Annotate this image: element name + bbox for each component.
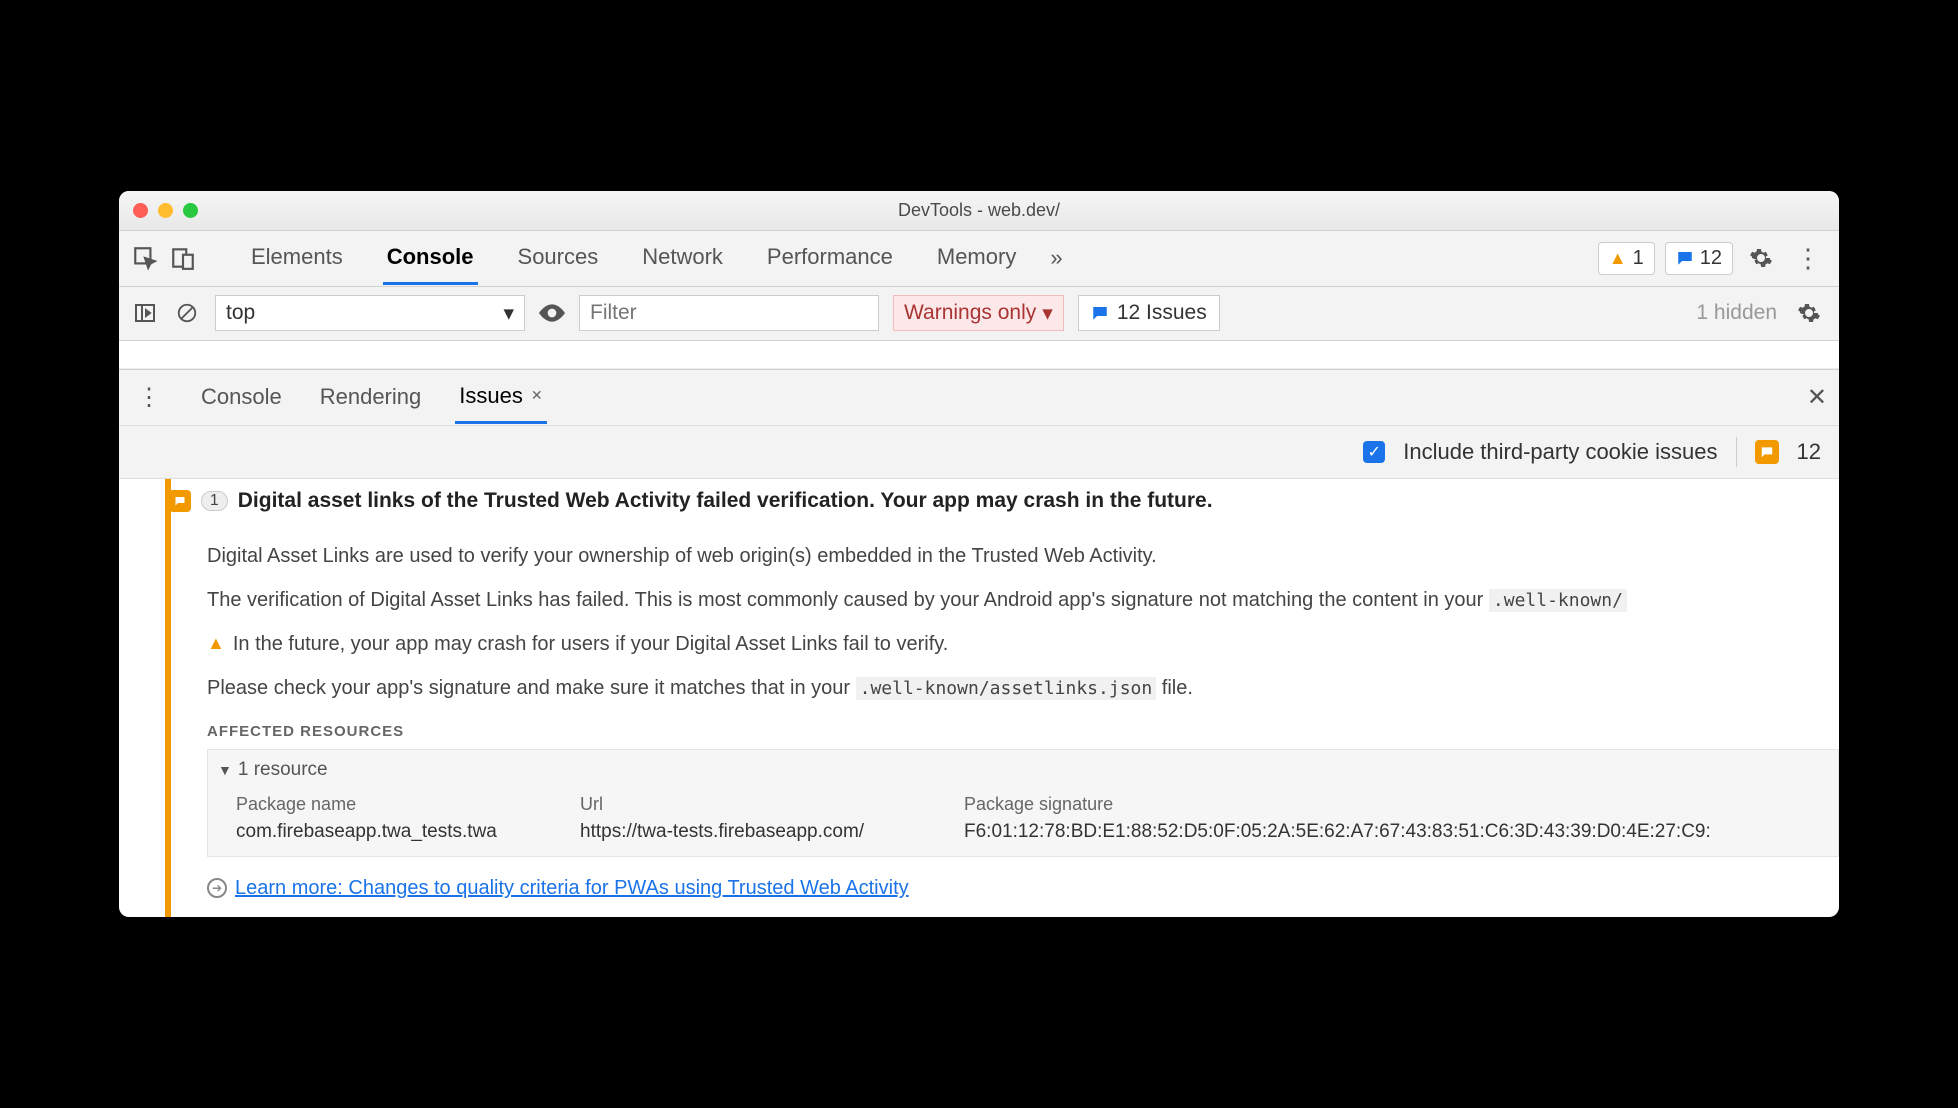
col-package-name: Package name [236,791,556,818]
drawer-tabs: ⋮ Console Rendering Issues ✕ ✕ [119,369,1839,425]
chevron-down-icon: ▾ [1042,301,1053,326]
console-output-area[interactable] [119,341,1839,369]
main-toolbar: Elements Console Sources Network Perform… [119,231,1839,287]
issue-warning-line: ▲ In the future, your app may crash for … [207,629,1839,659]
execution-context-select[interactable]: top ▾ [215,295,525,331]
external-link-icon: ➔ [207,878,227,898]
console-sidebar-toggle-icon[interactable] [131,301,159,325]
issue-paragraph: Digital Asset Links are used to verify y… [207,541,1839,571]
table-header-row: Package name Url Package signature [236,791,1838,818]
context-value: top [226,301,255,325]
issues-btn-label: 12 Issues [1117,301,1207,325]
issue-paragraph: The verification of Digital Asset Links … [207,585,1839,615]
tab-performance[interactable]: Performance [763,232,897,285]
third-party-checkbox[interactable]: ✓ [1363,441,1385,463]
issue-item: ▼ 1 Digital asset links of the Trusted W… [119,479,1839,918]
console-settings-gear-icon[interactable] [1791,301,1827,325]
disclosure-triangle-icon[interactable]: ▼ [218,760,232,781]
settings-gear-icon[interactable] [1743,246,1779,270]
issue-total-count: 12 [1797,439,1821,465]
panel-tabs: Elements Console Sources Network Perform… [247,232,1020,285]
close-drawer-icon[interactable]: ✕ [1807,383,1827,412]
drawer-tab-issues[interactable]: Issues ✕ [455,371,546,424]
learn-more-row: ➔ Learn more: Changes to quality criteri… [207,873,1839,903]
kebab-menu-icon[interactable]: ⋮ [1789,243,1827,274]
issue-title: Digital asset links of the Trusted Web A… [238,489,1213,513]
live-expression-icon[interactable] [539,303,565,323]
learn-more-link[interactable]: Learn more: Changes to quality criteria … [235,873,909,903]
console-filter-bar: top ▾ Warnings only ▾ 12 Issues 1 hidden [119,287,1839,341]
resource-count-row[interactable]: ▼ 1 resource [218,756,1838,785]
issue-paragraph: Please check your app's signature and ma… [207,673,1839,703]
warnings-count: 1 [1633,247,1644,270]
issues-count: 12 [1700,247,1722,270]
titlebar: DevTools - web.dev/ [119,191,1839,231]
toolbar-right: ▲ 1 12 ⋮ [1598,242,1827,275]
code-path: .well-known/assetlinks.json [856,677,1157,700]
affected-resources-block: ▼ 1 resource Package name Url Package si… [207,749,1839,857]
warning-triangle-icon: ▲ [1609,248,1627,269]
tab-sources[interactable]: Sources [514,232,603,285]
cell-signature: F6:01:12:78:BD:E1:88:52:D5:0F:05:2A:5E:6… [964,818,1838,847]
drawer-tab-rendering[interactable]: Rendering [316,372,426,422]
code-path: .well-known/ [1489,589,1627,612]
window-title: DevTools - web.dev/ [119,200,1839,221]
clear-console-icon[interactable] [173,302,201,324]
issues-toolbar: ✓ Include third-party cookie issues 12 [119,425,1839,479]
tab-elements[interactable]: Elements [247,232,347,285]
cell-url[interactable]: https://twa-tests.firebaseapp.com/ [580,818,940,847]
issue-occurrence-count: 1 [201,491,228,511]
close-tab-icon[interactable]: ✕ [531,387,543,404]
inspect-element-icon[interactable] [131,244,159,272]
filter-input[interactable] [579,295,879,331]
affected-resources-header: AFFECTED RESOURCES [207,721,1839,744]
chevron-down-icon: ▾ [503,301,514,326]
issue-severity-icon [171,490,191,512]
issue-body: Digital Asset Links are used to verify y… [185,517,1839,904]
col-url: Url [580,791,940,818]
tab-network[interactable]: Network [638,232,727,285]
third-party-label: Include third-party cookie issues [1403,439,1717,465]
device-toolbar-icon[interactable] [169,244,197,272]
level-value: Warnings only [904,301,1036,325]
open-issues-button[interactable]: 12 Issues [1078,295,1220,331]
col-signature: Package signature [964,791,1838,818]
issue-count-icon [1755,440,1779,464]
tab-memory[interactable]: Memory [933,232,1020,285]
log-level-select[interactable]: Warnings only ▾ [893,295,1064,331]
tab-console[interactable]: Console [383,232,478,285]
more-tabs-icon[interactable]: » [1050,245,1062,271]
separator [1736,437,1737,467]
message-icon [1091,304,1109,322]
hidden-count[interactable]: 1 hidden [1696,301,1777,325]
drawer-tab-console[interactable]: Console [197,372,286,422]
table-row: com.firebaseapp.twa_tests.twa https://tw… [236,818,1838,847]
warning-triangle-icon: ▲ [207,630,225,657]
issue-header[interactable]: ▼ 1 Digital asset links of the Trusted W… [171,485,1839,517]
devtools-window: DevTools - web.dev/ Elements Console Sou… [119,191,1839,918]
resource-table: Package name Url Package signature com.f… [236,791,1838,847]
drawer-kebab-icon[interactable]: ⋮ [131,383,167,412]
cell-package-name: com.firebaseapp.twa_tests.twa [236,818,556,847]
message-icon [1676,249,1694,267]
issues-badge[interactable]: 12 [1665,242,1733,275]
warnings-badge[interactable]: ▲ 1 [1598,242,1655,275]
